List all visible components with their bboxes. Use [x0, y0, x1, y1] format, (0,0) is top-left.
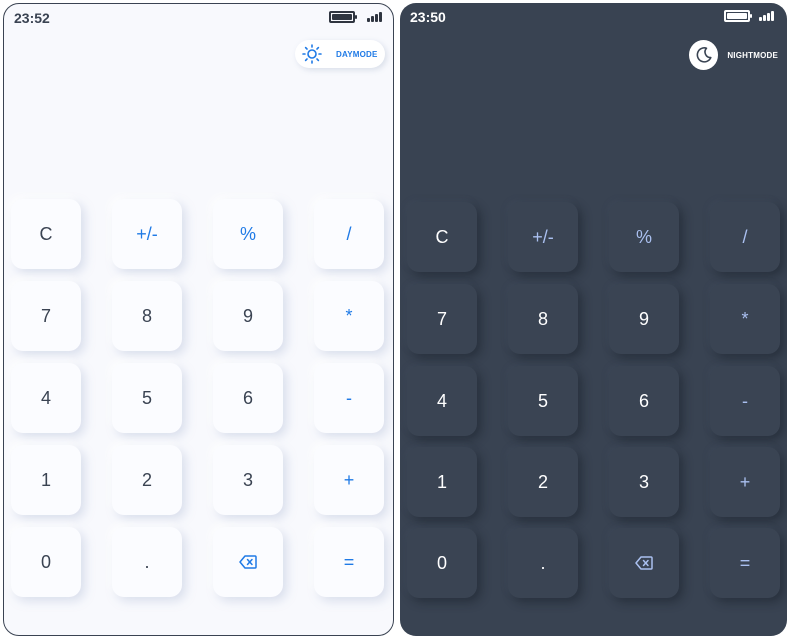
key-label: . [144, 551, 150, 572]
divide-key[interactable]: / [710, 202, 780, 272]
status-time: 23:52 [14, 10, 50, 26]
digit-4-key[interactable]: 4 [11, 363, 81, 433]
key-label: 4 [40, 387, 51, 408]
key-label: 8 [537, 308, 548, 329]
digit-9-key[interactable]: 9 [609, 284, 679, 354]
backspace-icon [239, 555, 257, 569]
key-label: 6 [638, 390, 649, 411]
key-label: - [742, 390, 748, 411]
key-label: * [345, 305, 353, 326]
decimal-key[interactable]: . [508, 528, 578, 598]
key-label: 8 [141, 305, 152, 326]
key-label: 2 [141, 469, 152, 490]
clear-key[interactable]: C [11, 199, 81, 269]
battery-icon [329, 11, 357, 23]
key-label: % [635, 226, 652, 247]
digit-6-key[interactable]: 6 [213, 363, 283, 433]
equals-key[interactable]: = [710, 528, 780, 598]
digit-8-key[interactable]: 8 [112, 281, 182, 351]
key-label: = [739, 552, 751, 573]
decimal-key[interactable]: . [112, 527, 182, 597]
day-mode-calculator-screen: 23:52 DAYMODE C +/-% / 7 8 9 * 4 5 6 - 1 2 3 +0. = [3, 3, 394, 636]
backspace-icon [635, 556, 653, 570]
signal-icon [759, 11, 775, 21]
digit-2-key[interactable]: 2 [112, 445, 182, 515]
sun-icon [298, 40, 326, 68]
subtract-key[interactable]: - [710, 366, 780, 436]
digit-2-key[interactable]: 2 [508, 447, 578, 517]
key-label: 1 [40, 469, 51, 490]
backspace-key[interactable] [213, 527, 283, 597]
sign-toggle-key[interactable]: +/- [112, 199, 182, 269]
digit-4-key[interactable]: 4 [407, 366, 477, 436]
key-label: 5 [141, 387, 152, 408]
key-label: 9 [242, 305, 253, 326]
battery-icon [724, 10, 752, 22]
digit-0-key[interactable]: 0 [407, 528, 477, 598]
key-label: - [346, 387, 352, 408]
multiply-key[interactable]: * [314, 281, 384, 351]
backspace-key[interactable] [609, 528, 679, 598]
key-label: 7 [40, 305, 51, 326]
key-label: 0 [436, 552, 447, 573]
key-label: C [435, 226, 449, 247]
percent-key[interactable]: % [609, 202, 679, 272]
theme-mode-label: DAYMODE [336, 49, 378, 59]
key-label: C [39, 223, 53, 244]
key-label: / [742, 226, 748, 247]
digit-6-key[interactable]: 6 [609, 366, 679, 436]
digit-9-key[interactable]: 9 [213, 281, 283, 351]
key-label: +/- [136, 223, 158, 244]
theme-toggle-button[interactable]: DAYMODE [295, 40, 385, 68]
key-label: * [741, 308, 749, 329]
status-bar: 23:52 [4, 4, 393, 32]
digit-5-key[interactable]: 5 [508, 366, 578, 436]
digit-8-key[interactable]: 8 [508, 284, 578, 354]
theme-toggle-button[interactable]: NIGHTMODE [688, 39, 778, 71]
key-label: / [346, 223, 352, 244]
status-bar: 23:50 [400, 3, 787, 31]
signal-icon [367, 12, 383, 22]
key-label: . [540, 552, 546, 573]
digit-0-key[interactable]: 0 [11, 527, 81, 597]
key-label: + [739, 471, 751, 492]
digit-3-key[interactable]: 3 [609, 447, 679, 517]
key-label: 6 [242, 387, 253, 408]
percent-key[interactable]: % [213, 199, 283, 269]
divide-key[interactable]: / [314, 199, 384, 269]
add-key[interactable]: + [314, 445, 384, 515]
status-time: 23:50 [410, 9, 446, 25]
digit-1-key[interactable]: 1 [11, 445, 81, 515]
theme-mode-label: NIGHTMODE [727, 50, 778, 60]
digit-5-key[interactable]: 5 [112, 363, 182, 433]
subtract-key[interactable]: - [314, 363, 384, 433]
sign-toggle-key[interactable]: +/- [508, 202, 578, 272]
key-label: = [343, 551, 355, 572]
key-label: % [239, 223, 256, 244]
key-label: 3 [242, 469, 253, 490]
digit-7-key[interactable]: 7 [407, 284, 477, 354]
key-label: 4 [436, 390, 447, 411]
key-label: 3 [638, 471, 649, 492]
key-label: 1 [436, 471, 447, 492]
moon-icon [689, 40, 719, 70]
add-key[interactable]: + [710, 447, 780, 517]
key-label: 5 [537, 390, 548, 411]
multiply-key[interactable]: * [710, 284, 780, 354]
equals-key[interactable]: = [314, 527, 384, 597]
key-label: + [343, 469, 355, 490]
digit-1-key[interactable]: 1 [407, 447, 477, 517]
key-label: +/- [532, 226, 554, 247]
key-label: 0 [40, 551, 51, 572]
digit-7-key[interactable]: 7 [11, 281, 81, 351]
key-label: 2 [537, 471, 548, 492]
night-mode-calculator-screen: 23:50 NIGHTMODE C +/-% / 7 8 9 * 4 5 6 - 1 2 3 +0. = [400, 3, 787, 636]
clear-key[interactable]: C [407, 202, 477, 272]
digit-3-key[interactable]: 3 [213, 445, 283, 515]
key-label: 7 [436, 308, 447, 329]
key-label: 9 [638, 308, 649, 329]
